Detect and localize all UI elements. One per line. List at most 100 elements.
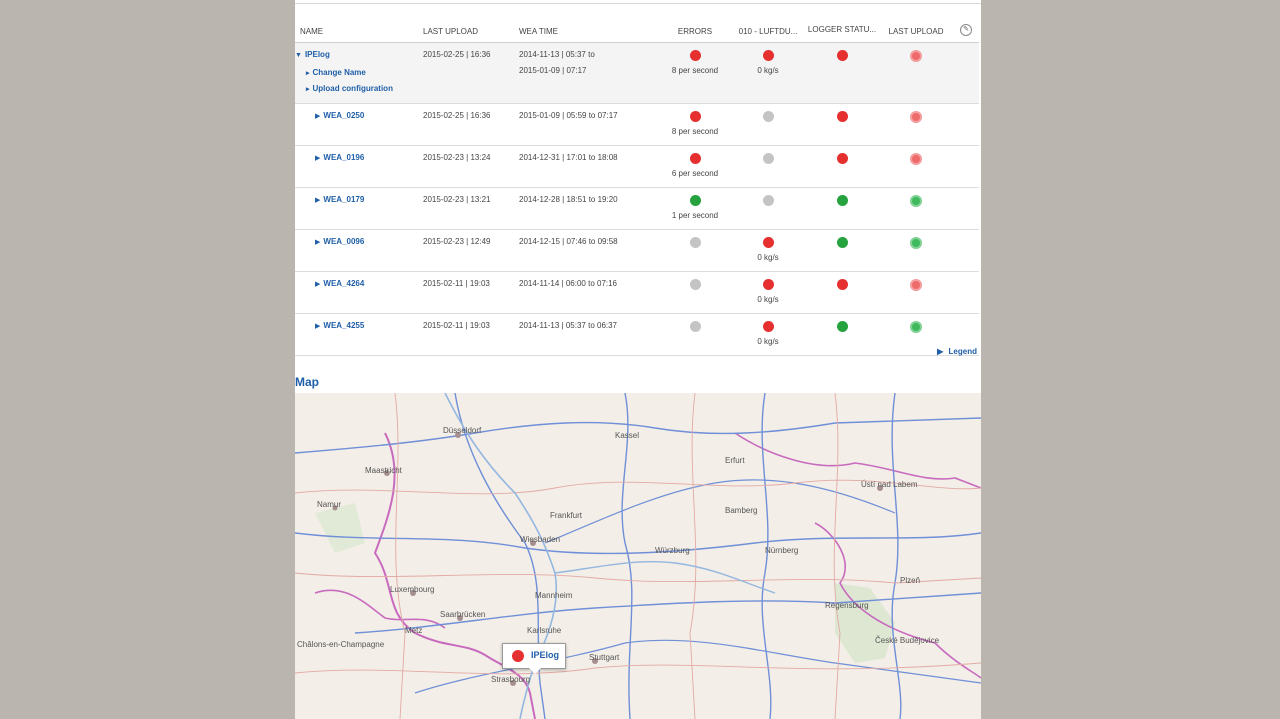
triangle-right-icon[interactable]: ▶	[315, 322, 320, 330]
triangle-right-icon: ▶	[937, 347, 944, 356]
map-city-label: Châlons-en-Champagne	[297, 640, 385, 649]
column-settings[interactable]: ✎	[953, 0, 979, 43]
legend-toggle[interactable]: ▶ Legend	[937, 347, 977, 356]
upload-status-icon	[910, 279, 922, 291]
map-city-label: Bamberg	[725, 506, 757, 515]
col-header-name[interactable]: Name	[295, 0, 423, 43]
row-wea-time: 2014-11-14 | 06:00 to 07:16	[519, 271, 659, 314]
table-row[interactable]: ▶ WEA_0196 2015-02-23 | 13:24 2014-12-31 | …	[295, 145, 979, 188]
upload-status-icon	[910, 111, 922, 123]
map-city-label: Regensburg	[825, 601, 869, 610]
upload-status-icon	[910, 153, 922, 165]
status-dot-icon	[689, 153, 701, 164]
row-last-upload: 2015-02-25 | 16:36	[423, 103, 519, 146]
marker-status-dot-icon	[512, 650, 524, 662]
row-wea-time: 2014-12-28 | 18:51 to 19:20	[519, 187, 659, 230]
row-logger-status	[805, 145, 879, 188]
triangle-right-icon[interactable]: ▶	[315, 112, 320, 120]
row-last-upload: 2015-02-23 | 13:24	[423, 145, 519, 188]
empty-cell	[953, 187, 979, 230]
row-wea-time: 2014-11-13 | 05:37 to 06:37	[519, 313, 659, 356]
upload-status-icon	[910, 195, 922, 207]
status-dot-icon	[762, 321, 774, 332]
change-name-link[interactable]: ▸ Change Name	[306, 68, 423, 77]
row-luftdurchsatz: 0 kg/s	[731, 313, 805, 356]
row-name-link[interactable]: WEA_0250	[323, 111, 364, 120]
triangle-right-icon[interactable]: ▶	[315, 196, 320, 204]
col-header-errors[interactable]: Errors	[659, 0, 731, 43]
bullet-triangle-icon: ▸	[306, 70, 310, 77]
table-row[interactable]: ▶ WEA_0179 2015-02-23 | 13:21 2014-12-28 | …	[295, 187, 979, 230]
group-name-link[interactable]: IPElog	[305, 50, 330, 59]
settings-icon[interactable]: ✎	[960, 24, 972, 36]
row-luft-text: 0 kg/s	[757, 337, 779, 346]
map-city-label: Namur	[317, 500, 341, 509]
row-name-cell: ▶ WEA_0096	[295, 229, 423, 272]
row-luft-text: 0 kg/s	[757, 253, 779, 262]
group-last-upload: 2015-02-25 | 16:36	[423, 42, 519, 104]
row-errors-text: 6 per second	[671, 169, 719, 178]
row-wea-time: 2015-01-09 | 05:59 to 07:17	[519, 103, 659, 146]
group-row[interactable]: ▼ IPElog ▸ Change Name ▸ Upload configurati…	[295, 42, 979, 104]
map-marker-popup[interactable]: IPElog	[502, 643, 566, 674]
change-name-label: Change Name	[312, 68, 366, 77]
col-header-last-upload[interactable]: Last Upload	[423, 0, 519, 43]
status-dot-icon	[762, 237, 774, 248]
col-header-wea-time[interactable]: WEA time	[519, 0, 659, 43]
row-name-cell: ▶ WEA_4264	[295, 271, 423, 314]
empty-cell	[953, 145, 979, 188]
triangle-right-icon[interactable]: ▶	[315, 154, 320, 162]
row-last-upload: 2015-02-23 | 13:21	[423, 187, 519, 230]
upload-configuration-label: Upload configuration	[312, 84, 393, 93]
row-errors	[659, 229, 731, 272]
row-errors: 1 per second	[659, 187, 731, 230]
group-luftdurchsatz: 0 kg/s	[731, 42, 805, 104]
col-header-logger-status[interactable]: Logger Statu...	[805, 0, 879, 43]
row-logger-status	[805, 103, 879, 146]
table-row[interactable]: ▶ WEA_4255 2015-02-11 | 19:03 2014-11-13 | …	[295, 313, 979, 356]
map-city-label: Metz	[405, 626, 422, 635]
status-dot-icon	[836, 153, 848, 164]
status-dot-icon	[836, 321, 848, 332]
row-luftdurchsatz: 0 kg/s	[731, 229, 805, 272]
marker-label: IPElog	[531, 650, 560, 660]
map-city-label: Frankfurt	[550, 511, 583, 520]
row-name-link[interactable]: WEA_4255	[323, 321, 364, 330]
row-luft-text: 0 kg/s	[757, 295, 779, 304]
map-view[interactable]: Düsseldorf Maastricht Namur Wiesbaden Lu…	[295, 393, 981, 719]
row-name-cell: ▶ WEA_4255	[295, 313, 423, 356]
group-wea-time: 2014-11-13 | 05:37 to 2015-01-09 | 07:17	[519, 42, 659, 104]
group-upload-status	[879, 42, 953, 104]
row-errors-text: 8 per second	[671, 127, 719, 136]
table-row[interactable]: ▶ WEA_4264 2015-02-11 | 19:03 2014-11-14 | …	[295, 271, 979, 314]
col-header-luftdurchsatz[interactable]: 010 - Luftdu...	[731, 0, 805, 43]
row-name-link[interactable]: WEA_0179	[323, 195, 364, 204]
triangle-right-icon[interactable]: ▶	[315, 280, 320, 288]
triangle-down-icon[interactable]: ▼	[295, 52, 302, 59]
empty-cell	[953, 103, 979, 146]
status-dot-icon	[689, 195, 701, 206]
row-name-link[interactable]: WEA_0096	[323, 237, 364, 246]
map-canvas[interactable]: Düsseldorf Maastricht Namur Wiesbaden Lu…	[295, 393, 981, 719]
status-dot-icon	[762, 50, 774, 61]
row-upload-status	[879, 229, 953, 272]
row-name-link[interactable]: WEA_0196	[323, 153, 364, 162]
upload-configuration-link[interactable]: ▸ Upload configuration	[306, 84, 423, 93]
table-row[interactable]: ▶ WEA_0250 2015-02-25 | 16:36 2015-01-09 | …	[295, 103, 979, 146]
empty-cell	[953, 271, 979, 314]
map-city-label: Luxembourg	[390, 585, 434, 594]
map-city-label: Saarbrücken	[440, 610, 485, 619]
row-luftdurchsatz	[731, 103, 805, 146]
group-name-cell: ▼ IPElog ▸ Change Name ▸ Upload configurati…	[295, 42, 423, 104]
map-city-label: Würzburg	[655, 546, 690, 555]
row-wea-time: 2014-12-31 | 17:01 to 18:08	[519, 145, 659, 188]
row-name-link[interactable]: WEA_4264	[323, 279, 364, 288]
map-city-label: Nürnberg	[765, 546, 798, 555]
bullet-triangle-icon: ▸	[306, 86, 310, 93]
status-dot-icon	[689, 111, 701, 122]
table-row[interactable]: ▶ WEA_0096 2015-02-23 | 12:49 2014-12-15 | …	[295, 229, 979, 272]
row-wea-time: 2014-12-15 | 07:46 to 09:58	[519, 229, 659, 272]
col-header-last-upload-status[interactable]: Last Upload	[879, 0, 953, 43]
triangle-right-icon[interactable]: ▶	[315, 238, 320, 246]
map-city-label: Wiesbaden	[520, 535, 560, 544]
